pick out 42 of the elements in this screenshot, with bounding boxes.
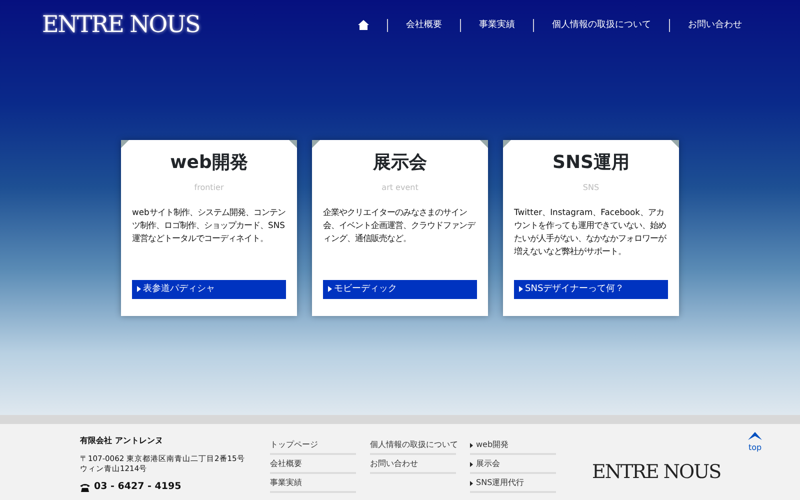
- service-title: SNS運用: [552, 152, 630, 174]
- footer-link[interactable]: 事業実績: [270, 474, 356, 493]
- nav-link[interactable]: お問い合わせ: [669, 18, 760, 32]
- service-link-button[interactable]: SNSデザイナーって何？: [514, 280, 668, 300]
- logo: ENTRE NOUS: [42, 10, 200, 40]
- company-name: 有限会社 アントレンヌ: [80, 436, 164, 446]
- footer-logo: ENTRE NOUS: [592, 460, 721, 485]
- back-to-top-link[interactable]: top: [748, 432, 762, 454]
- nav-link[interactable]: 会社概要: [387, 18, 460, 32]
- footer-link[interactable]: 会社概要: [270, 455, 356, 474]
- corner-fold: [121, 140, 129, 148]
- corner-fold: [503, 140, 511, 148]
- footer-link[interactable]: 展示会: [470, 455, 556, 474]
- footer-link[interactable]: トップページ: [270, 436, 356, 455]
- caret-icon: [470, 462, 473, 466]
- service-title: 展示会: [372, 152, 428, 174]
- service-subtitle: art event: [380, 182, 420, 194]
- nav-link[interactable]: 個人情報の取扱について: [533, 18, 669, 32]
- service-subtitle: SNS: [582, 182, 600, 194]
- corner-fold: [480, 140, 488, 148]
- nav-link[interactable]: 事業実績: [460, 18, 533, 32]
- service-link-button[interactable]: 表参道パディシャ: [132, 280, 286, 300]
- corner-fold: [671, 140, 679, 148]
- caret-icon: [328, 286, 332, 292]
- footer-link[interactable]: SNS運用代行: [470, 474, 556, 493]
- caret-icon: [519, 286, 523, 292]
- caret-icon: [470, 442, 473, 448]
- caret-icon: [137, 286, 141, 292]
- footer-link[interactable]: お問い合わせ: [370, 455, 456, 474]
- corner-fold: [289, 140, 297, 148]
- service-description: 企業やクリエイターのみなさまのサイン会、イベント企画運営、クラウドファンディング、通信販売など。: [323, 206, 477, 245]
- service-description: Twitter、Instagram、Facebook、アカウントを作っても運用できていない、始めたいが人手がない、なかなかフォロワーが増えないなど弊社がサポート。: [514, 206, 668, 258]
- footer-link[interactable]: 個人情報の取扱について: [370, 436, 456, 455]
- footer-link[interactable]: web開発: [470, 436, 556, 455]
- service-link-button[interactable]: モビーディック: [323, 280, 477, 300]
- phone-icon: [80, 482, 90, 492]
- service-description: webサイト制作、システム開発、コンテンツ制作、ロゴ制作、ショップカード、SNS運営などトータルでコーディネイト。: [132, 206, 286, 245]
- phone-number: 03 - 6427 - 4195: [94, 482, 182, 492]
- service-subtitle: frontier: [193, 182, 225, 194]
- service-title: web開発: [169, 152, 249, 174]
- corner-fold: [312, 140, 320, 148]
- caret-icon: [470, 480, 473, 486]
